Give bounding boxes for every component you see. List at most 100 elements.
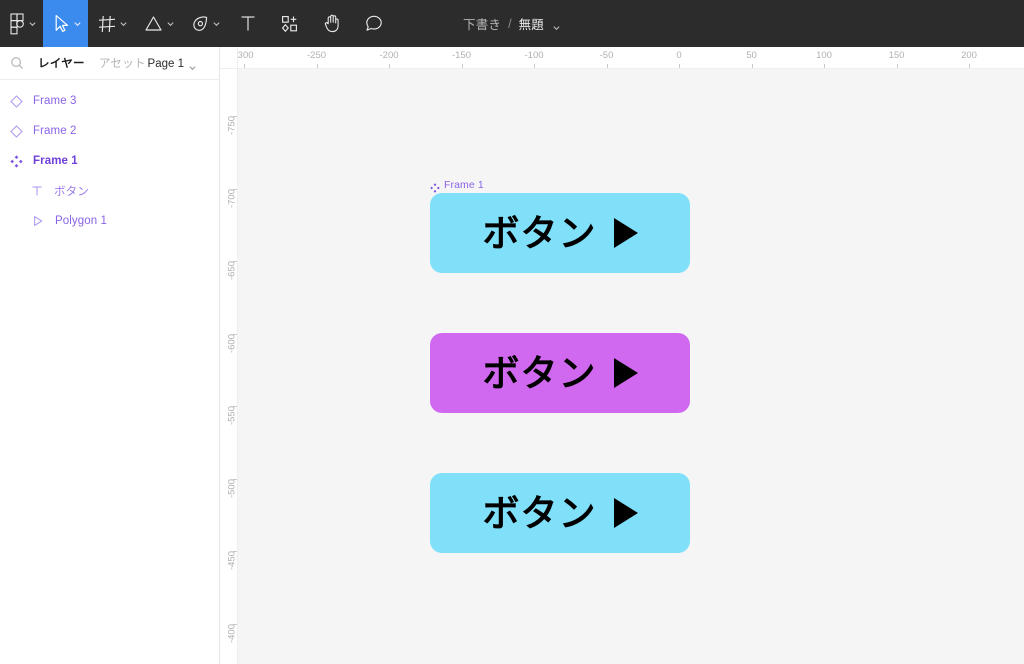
ruler-tick [316, 64, 318, 68]
ruler-label: 0 [676, 50, 682, 61]
search-icon[interactable] [10, 56, 24, 70]
chevron-down-icon [119, 19, 128, 28]
frame-icon [8, 93, 24, 109]
button-node-2[interactable]: ボタン [430, 333, 690, 413]
comment-tool-icon-button[interactable] [353, 0, 395, 47]
pen-tool-icon-button[interactable] [181, 0, 227, 47]
figma-app-window: 下書き / 無題 レイヤー アセット Page 1 Frame 3 Frame … [0, 0, 1024, 664]
ruler-tick [534, 64, 535, 68]
text-layer-icon [29, 183, 45, 199]
sidebar-tab-bar: レイヤー アセット Page 1 [0, 47, 219, 80]
horizontal-ruler[interactable]: -300 -250 -200 -150 -100 -50 0 50 100 150 200 [238, 47, 1024, 69]
resources-tool-icon-button[interactable] [269, 0, 311, 47]
hand-tool-icon [323, 14, 341, 33]
resources-tool-icon [281, 15, 299, 33]
left-sidebar: レイヤー アセット Page 1 Frame 3 Frame 2 Frame 1… [0, 47, 220, 664]
ruler-label: -450 [226, 551, 238, 571]
button-content: ボタン [483, 355, 638, 392]
page-selector-label: Page 1 [147, 57, 184, 70]
ruler-label: -600 [226, 333, 238, 353]
button-node-1[interactable]: ボタン [430, 193, 690, 273]
layer-row-frame-3[interactable]: Frame 3 [0, 86, 219, 116]
button-content: ボタン [483, 495, 638, 532]
tab-layers[interactable]: レイヤー [38, 55, 85, 71]
chevron-down-icon [28, 19, 37, 28]
layer-row-polygon-1[interactable]: Polygon 1 [0, 206, 219, 236]
page-selector[interactable]: Page 1 [148, 47, 197, 80]
design-canvas[interactable]: Frame 1 ボタン ボタン ボタン [238, 69, 1024, 664]
hand-tool-icon-button[interactable] [311, 0, 353, 47]
comment-tool-icon [365, 15, 383, 32]
ruler-label: -500 [226, 478, 238, 498]
ruler-label: -400 [226, 623, 238, 643]
breadcrumb[interactable]: 下書き [463, 14, 501, 33]
chevron-down-icon [166, 19, 175, 28]
text-tool-icon-button[interactable] [227, 0, 269, 47]
top-toolbar: 下書き / 無題 [0, 0, 1024, 47]
layer-label: Polygon 1 [55, 215, 108, 227]
tab-assets[interactable]: アセット [99, 55, 146, 71]
ruler-tick [244, 64, 245, 68]
frame-label-frame-1[interactable]: Frame 1 [430, 179, 484, 193]
ruler-tick [824, 64, 825, 68]
layer-list: Frame 3 Frame 2 Frame 1 ボタン Polygon 1 [0, 80, 219, 236]
ruler-tick [751, 64, 753, 68]
chevron-down-icon[interactable] [552, 19, 561, 31]
ruler-label: -100 [524, 50, 544, 61]
play-arrow-icon [613, 358, 638, 388]
component-icon [8, 153, 24, 169]
button-label: ボタン [482, 491, 597, 535]
vertical-ruler[interactable]: -750 -700 -650 -600 -550 -500 -450 -400 [220, 69, 238, 664]
ruler-label: 150 [888, 50, 905, 61]
document-title[interactable]: 下書き / 無題 [463, 14, 561, 33]
layer-label: Frame 1 [33, 155, 78, 167]
frame-tool-icon [98, 15, 116, 33]
ruler-label: -650 [226, 261, 238, 281]
ruler-corner [220, 47, 238, 69]
play-arrow-icon [613, 498, 638, 528]
polygon-icon [30, 213, 46, 229]
layer-label: Frame 2 [33, 125, 77, 137]
ruler-label: -750 [226, 116, 238, 136]
ruler-label: -250 [306, 50, 327, 61]
ruler-tick [896, 64, 898, 68]
layer-label: ボタン [54, 186, 89, 198]
document-name[interactable]: 無題 [519, 14, 544, 33]
ruler-label: -550 [226, 406, 238, 426]
pen-tool-icon [191, 15, 209, 33]
chevron-down-icon [212, 19, 221, 28]
ruler-tick [389, 64, 390, 68]
ruler-label: -150 [451, 50, 472, 61]
ruler-label: 200 [961, 50, 977, 61]
chevron-down-icon [73, 19, 82, 28]
chevron-down-icon [188, 59, 197, 71]
button-label: ボタン [482, 211, 597, 255]
play-arrow-icon [613, 218, 638, 248]
breadcrumb-separator: / [508, 16, 512, 31]
ruler-label: -200 [379, 50, 399, 61]
layer-row-text-button[interactable]: ボタン [0, 176, 219, 206]
ruler-label: 100 [816, 50, 832, 61]
move-tool-icon-button[interactable] [43, 0, 88, 47]
button-label: ボタン [482, 351, 597, 395]
frame-icon [8, 123, 24, 139]
layer-label: Frame 3 [33, 95, 77, 107]
ruler-tick [461, 64, 463, 68]
ruler-tick [606, 64, 608, 68]
shape-tool-icon-button[interactable] [134, 0, 181, 47]
button-content: ボタン [483, 215, 638, 252]
component-icon [430, 180, 440, 193]
ruler-tick [679, 64, 680, 68]
figma-menu-icon-button[interactable] [0, 0, 43, 47]
ruler-label: 50 [746, 50, 757, 61]
ruler-label: -300 [238, 50, 254, 61]
shape-tool-icon [144, 15, 163, 32]
ruler-tick [969, 64, 970, 68]
layer-row-frame-1[interactable]: Frame 1 [0, 146, 219, 176]
ruler-label: -50 [599, 50, 614, 61]
frame-tool-icon-button[interactable] [88, 0, 134, 47]
frame-label-text: Frame 1 [444, 179, 484, 191]
button-node-3[interactable]: ボタン [430, 473, 690, 553]
layer-row-frame-2[interactable]: Frame 2 [0, 116, 219, 146]
figma-menu-icon [10, 12, 25, 35]
